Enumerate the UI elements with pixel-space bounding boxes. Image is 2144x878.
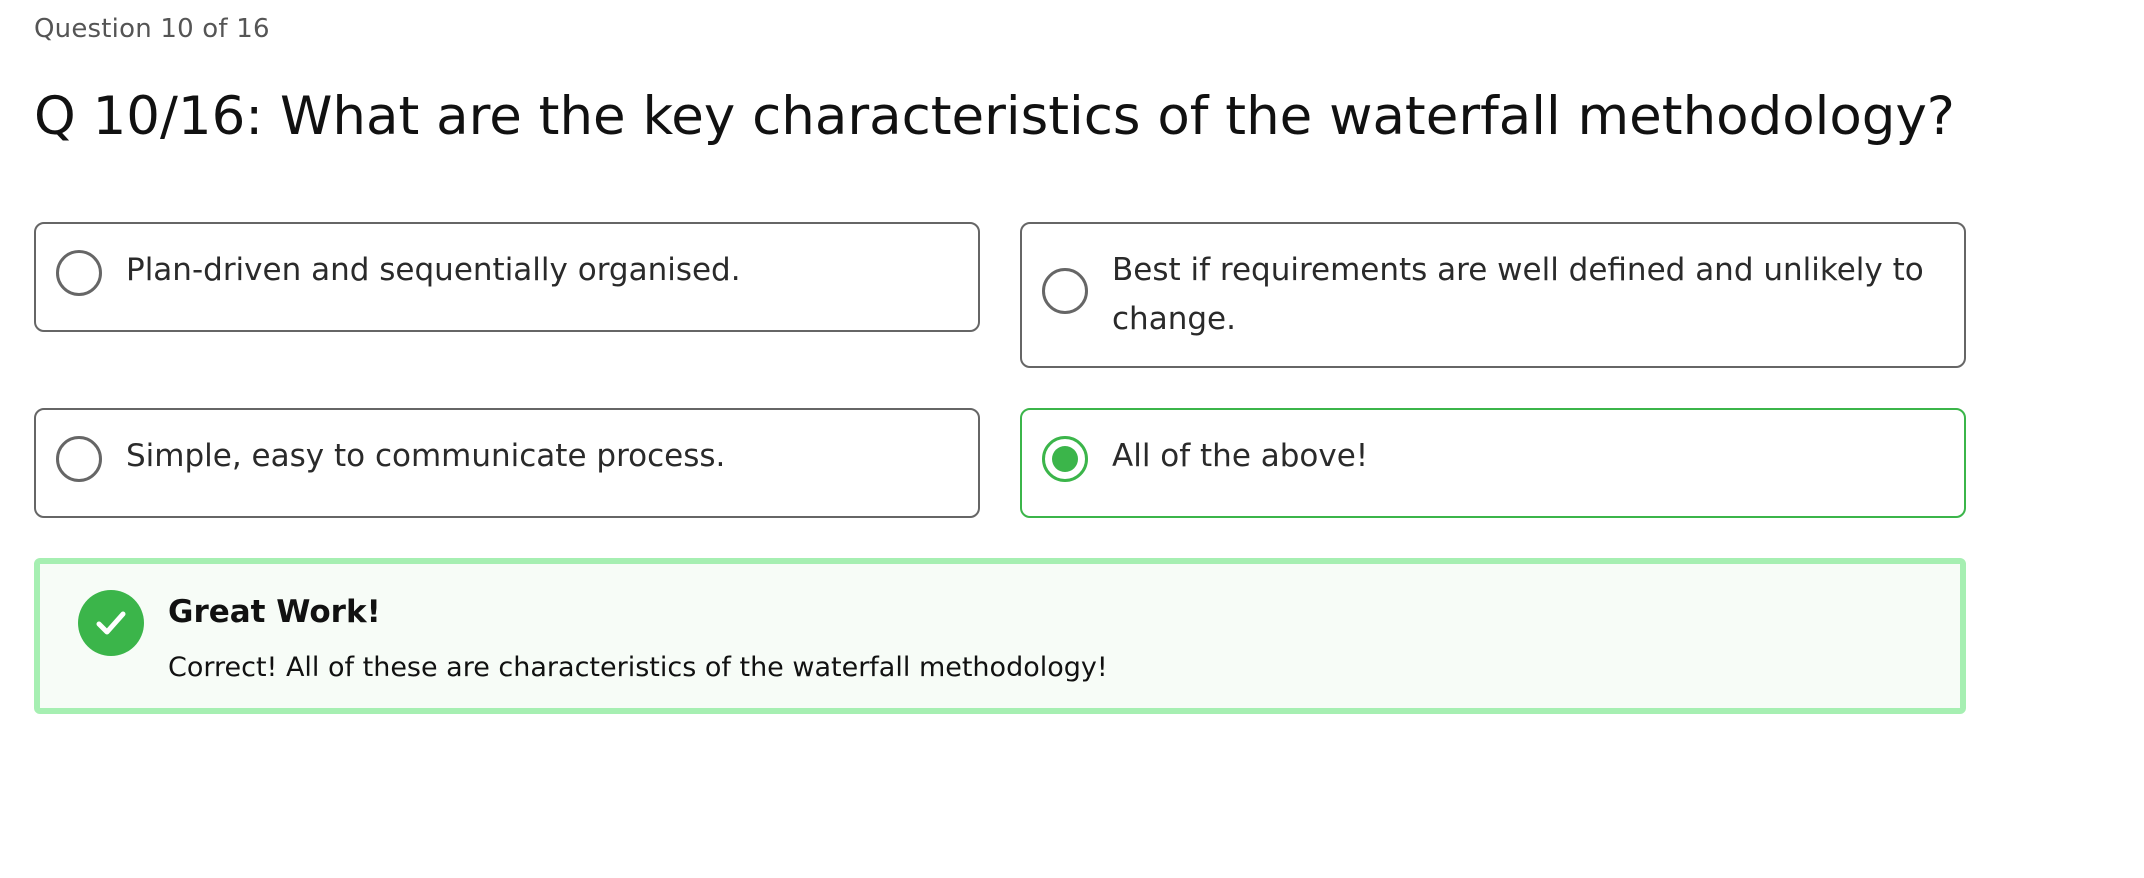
answer-option-label: Best if requirements are well defined an…: [1112, 252, 1924, 337]
answer-options: Plan-driven and sequentially organised. …: [34, 222, 1966, 518]
feedback-title: Great Work!: [168, 594, 381, 630]
answer-option-label: Plan-driven and sequentially organised.: [126, 252, 741, 288]
feedback-panel: Great Work! Correct! All of these are ch…: [34, 558, 1966, 714]
feedback-message: Correct! All of these are characteristic…: [168, 652, 1108, 683]
answer-option-label: Simple, easy to communicate process.: [126, 438, 726, 474]
radio-button-selected-icon[interactable]: [1042, 436, 1088, 482]
checkmark-glyph: [96, 611, 126, 635]
question-title: Q 10/16: What are the key characteristic…: [34, 86, 1955, 147]
answer-option-3[interactable]: Simple, easy to communicate process.: [34, 408, 980, 518]
answer-option-1[interactable]: Plan-driven and sequentially organised.: [34, 222, 980, 332]
check-icon: [78, 590, 144, 656]
question-progress: Question 10 of 16: [34, 14, 270, 44]
radio-button-icon[interactable]: [1042, 268, 1088, 314]
radio-button-icon[interactable]: [56, 436, 102, 482]
quiz-page: Question 10 of 16 Q 10/16: What are the …: [0, 0, 2144, 878]
radio-button-icon[interactable]: [56, 250, 102, 296]
answer-option-label: All of the above!: [1112, 438, 1369, 474]
answer-option-4[interactable]: All of the above!: [1020, 408, 1966, 518]
answer-option-2[interactable]: Best if requirements are well defined an…: [1020, 222, 1966, 368]
